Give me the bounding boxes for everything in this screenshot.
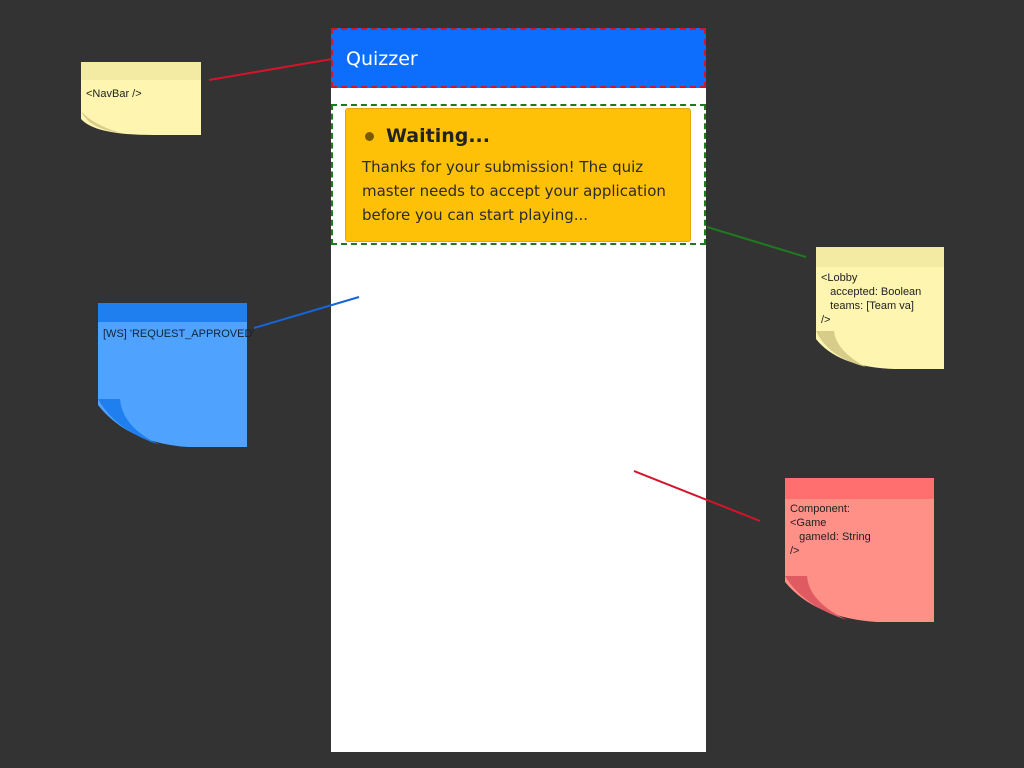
sticky-note-tape <box>98 303 247 322</box>
lobby-connector <box>706 226 807 258</box>
sticky-note-lobby: <Lobby accepted: Boolean teams: [Team va… <box>816 247 944 373</box>
sticky-note-tape <box>816 247 944 267</box>
alert-title: Waiting... <box>386 125 490 147</box>
navbar-brand[interactable]: Quizzer <box>346 47 418 71</box>
page-curl-icon <box>98 399 247 451</box>
alert-heading: Waiting... <box>365 125 490 147</box>
sticky-note-tape <box>81 62 201 80</box>
page-curl-icon <box>81 111 201 141</box>
sticky-note-text: [WS] 'REQUEST_APPROVED' <box>103 328 255 340</box>
navbar: Quizzer <box>331 28 706 88</box>
sticky-note-text: Component: <Game gameId: String /> <box>790 503 871 557</box>
page-curl-icon <box>816 331 944 373</box>
sticky-note-game: Component: <Game gameId: String /> <box>785 478 934 626</box>
alert-message: Thanks for your submission! The quiz mas… <box>362 158 666 224</box>
page-curl-icon <box>785 576 934 626</box>
sticky-note-text: <NavBar /> <box>86 88 142 100</box>
sticky-note-websocket: [WS] 'REQUEST_APPROVED' <box>98 303 255 451</box>
sticky-note-text: <Lobby accepted: Boolean teams: [Team va… <box>821 272 922 326</box>
sticky-note-tape <box>785 478 934 499</box>
sticky-note-navbar: <NavBar /> <box>81 62 201 141</box>
waiting-alert: Waiting... Thanks for your submission! T… <box>345 108 691 242</box>
status-dot-icon <box>365 131 374 141</box>
app-screen: Quizzer Waiting... Thanks for your submi… <box>331 28 706 752</box>
navbar-connector <box>208 58 333 81</box>
